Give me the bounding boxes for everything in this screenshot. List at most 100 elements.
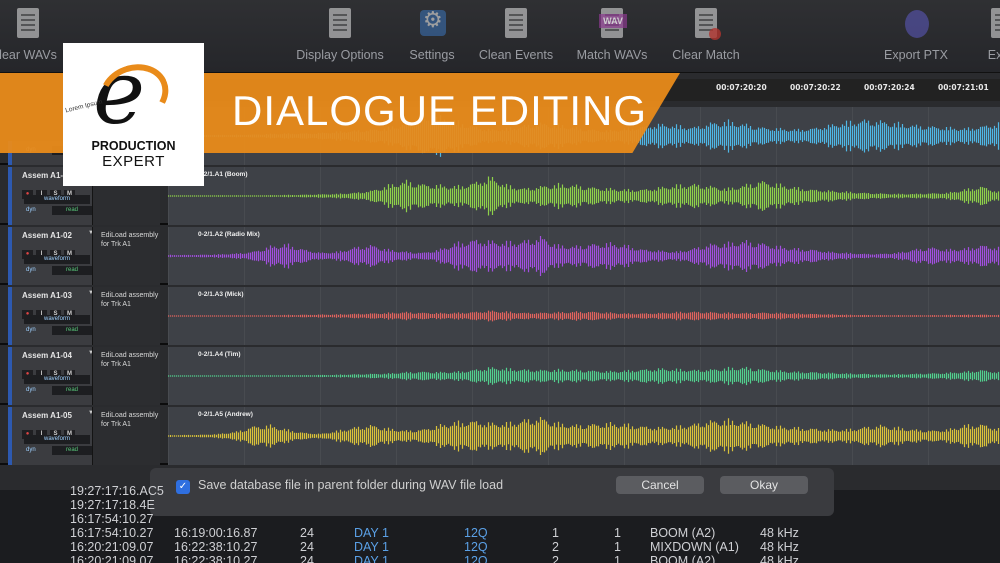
toolbar-button-label: Clean Events [478, 48, 554, 62]
automation-mode-selector[interactable]: read [52, 446, 92, 455]
list-cell: 2 [552, 540, 559, 554]
track-name[interactable]: Assem A1-05 [22, 411, 72, 420]
toolbar-button-label: Export PTX [884, 48, 948, 62]
list-cell: 12Q [464, 526, 488, 540]
toolbar-button-6[interactable]: Export PTX [866, 8, 966, 62]
list-cell: 12Q [464, 554, 488, 563]
list-row[interactable]: 19:27:17:16.AC5 [0, 484, 1000, 499]
list-cell: 16:22:38:10.27 [174, 554, 258, 563]
track-waveform-lane[interactable]: 0-2/1.A5 (Andrew) [168, 407, 1000, 465]
list-row[interactable]: 16:17:54:10.27 16:19:00:16.87 24 DAY 1 12Q 1 1… [0, 526, 1000, 541]
track-view-selector[interactable]: waveform [24, 195, 90, 204]
track-waveform-lane[interactable]: 0-2/1.A2 (Radio Mix) [168, 227, 1000, 285]
list-cell: 48 kHz [760, 540, 799, 554]
track-waveform-lane[interactable]: 0-2/1.A4 (Tim) [168, 347, 1000, 405]
track-row: Assem A1-05 ▼ ● I S Mwaveform dyn read EdiLoad a… [0, 407, 1000, 465]
clip-name: 0-2/1.A3 (Mick) [198, 291, 244, 298]
toolbar-button-4[interactable]: WAV Match WAVs [562, 8, 662, 62]
track-header[interactable]: Assem A1-05 ▼ ● I S Mwaveform dyn read [8, 407, 94, 465]
automation-mode-selector[interactable]: read [52, 386, 92, 395]
track-comment: EdiLoad assembly for Trk A1 [92, 227, 160, 285]
list-row[interactable]: 19:27:17:18.4E [0, 498, 1000, 513]
list-cell: MIXDOWN (A1) [650, 540, 739, 554]
banner-title: DIALOGUE EDITING [232, 87, 648, 134]
list-cell: 24 [300, 526, 314, 540]
clip-name: 0-2/1.A5 (Andrew) [198, 411, 253, 418]
toolbar-button-label: Settings [409, 48, 455, 62]
clean-events-icon [501, 8, 531, 42]
automation-mode-selector[interactable]: read [52, 206, 92, 215]
export-icon [987, 8, 1000, 42]
track-row: Assem A1-03 ▼ ● I S Mwaveform dyn read EdiLoad a… [0, 287, 1000, 345]
track-comment: EdiLoad assembly for Trk A1 [92, 407, 160, 465]
track-row: Assem A1-02 ▼ ● I S Mwaveform dyn read EdiLoad a… [0, 227, 1000, 285]
track-waveform-lane[interactable]: 0-2/1.A1 (Boom) [168, 167, 1000, 225]
list-cell: 19:27:17:16.AC5 [70, 484, 164, 498]
list-row[interactable]: 16:17:54:10.27 [0, 512, 1000, 527]
track-name[interactable]: Assem A1-04 [22, 351, 72, 360]
toolbar-button-label: Display Options [296, 48, 384, 62]
list-cell: 1 [614, 540, 621, 554]
list-row[interactable]: 16:20:21:09.07 16:22:38:10.27 24 DAY 1 12Q 2 1… [0, 554, 1000, 563]
track-name[interactable]: Assem A1-02 [22, 231, 72, 240]
clip-name: 0-2/1.A1 (Boom) [198, 171, 248, 178]
list-cell: 24 [300, 554, 314, 563]
toolbar-button-1[interactable]: Display Options [290, 8, 390, 62]
ruler-tick-label: 00:07:20:20 [716, 83, 767, 92]
toolbar-button-label: Match WAVs [576, 48, 648, 62]
clear-match-icon [691, 8, 721, 42]
track-header[interactable]: Assem A1-02 ▼ ● I S Mwaveform dyn read [8, 227, 94, 285]
track-header[interactable]: Assem A1-03 ▼ ● I S Mwaveform dyn read [8, 287, 94, 345]
list-row[interactable]: 16:20:21:09.07 16:22:38:10.27 24 DAY 1 12Q 2 1… [0, 540, 1000, 555]
track-view-selector[interactable]: waveform [24, 315, 90, 324]
ruler-tick-label: 00:07:20:24 [864, 83, 915, 92]
track-row: Assem A1-04 ▼ ● I S Mwaveform dyn read EdiLoad a… [0, 347, 1000, 405]
clip-name: 0-2/1.A4 (Tim) [198, 351, 241, 358]
list-cell: DAY 1 [354, 554, 389, 563]
dyn-label: dyn [26, 207, 36, 213]
automation-mode-selector[interactable]: read [52, 326, 92, 335]
list-cell: DAY 1 [354, 540, 389, 554]
audio-waveform [168, 176, 1000, 216]
audio-waveform [168, 417, 1000, 455]
logo-line2: EXPERT [102, 153, 165, 170]
list-cell: 48 kHz [760, 526, 799, 540]
ruler-tick-label: 00:07:21:01 [938, 83, 989, 92]
automation-mode-selector[interactable]: read [52, 266, 92, 275]
list-cell: 16:17:54:10.27 [70, 526, 154, 540]
list-cell: 1 [614, 554, 621, 563]
track-name[interactable]: Assem A1-03 [22, 291, 72, 300]
track-view-selector[interactable]: waveform [24, 375, 90, 384]
list-cell: 16:17:54:10.27 [70, 512, 154, 526]
dyn-label: dyn [26, 447, 36, 453]
production-expert-logo: e Lorem Ipsum PRODUCTION EXPERT [63, 43, 204, 186]
track-comment: EdiLoad assembly for Trk A1 [92, 347, 160, 405]
toolbar-button-5[interactable]: Clear Match [656, 8, 756, 62]
toolbar-button-7[interactable]: Expo [952, 8, 1000, 62]
list-cell: BOOM (A2) [650, 554, 716, 563]
list-cell: 16:20:21:09.07 [70, 540, 154, 554]
toolbar-button-3[interactable]: Clean Events [466, 8, 566, 62]
list-cell: 1 [552, 526, 559, 540]
list-cell: 1 [614, 526, 621, 540]
logo-line1: PRODUCTION [91, 139, 176, 153]
list-cell: 48 kHz [760, 554, 799, 563]
settings-gear-icon [417, 8, 447, 42]
display-options-icon [325, 8, 355, 42]
match-wavs-icon: WAV [597, 8, 627, 42]
track-view-selector[interactable]: waveform [24, 255, 90, 264]
clear-wavs-icon [13, 8, 43, 42]
list-cell: 16:22:38:10.27 [174, 540, 258, 554]
track-header[interactable]: Assem A1-04 ▼ ● I S Mwaveform dyn read [8, 347, 94, 405]
ruler-tick-label: 00:07:20:22 [790, 83, 841, 92]
list-cell: BOOM (A2) [650, 526, 716, 540]
track-comment: EdiLoad assembly for Trk A1 [92, 287, 160, 345]
toolbar-button-label: Clear Match [672, 48, 740, 62]
list-cell: 24 [300, 540, 314, 554]
toolbar-button-label: Expo [987, 48, 1000, 62]
track-waveform-lane[interactable]: 0-2/1.A3 (Mick) [168, 287, 1000, 345]
list-cell: DAY 1 [354, 526, 389, 540]
track-view-selector[interactable]: waveform [24, 435, 90, 444]
list-cell: 12Q [464, 540, 488, 554]
audio-waveform [168, 366, 1000, 386]
